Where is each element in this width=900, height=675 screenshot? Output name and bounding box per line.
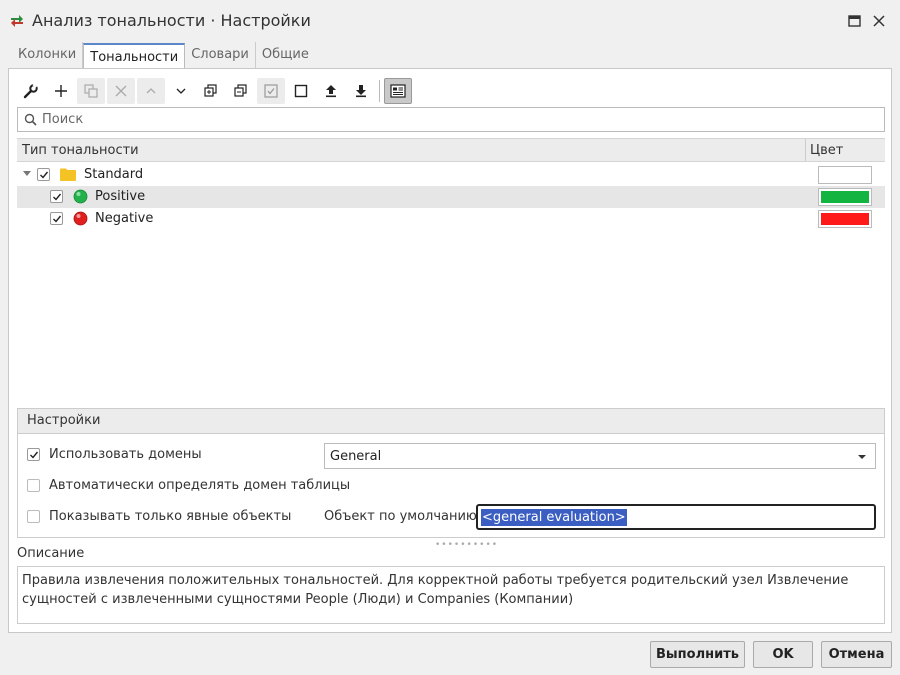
title-bar: Анализ тональности · Настройки [0, 0, 900, 42]
tab-dictionaries[interactable]: Словари [185, 42, 256, 68]
color-swatch[interactable] [818, 188, 872, 206]
row-checkbox[interactable] [50, 212, 63, 225]
tab-general[interactable]: Общие [256, 42, 315, 68]
collapse-all-icon[interactable] [227, 78, 255, 104]
default-object-value: <general evaluation> [481, 509, 627, 526]
search-icon [24, 113, 37, 126]
splitter-grip[interactable]: •••••••••• [435, 540, 498, 550]
export-icon[interactable] [347, 78, 375, 104]
sentiment-grid: Тип тональности Цвет Standard Positive N… [17, 138, 885, 408]
use-domains-checkbox[interactable] [27, 448, 40, 461]
domain-select-value: General [330, 449, 382, 464]
cancel-button[interactable]: Отмена [821, 641, 892, 668]
auto-domain-label: Автоматически определять домен таблицы [49, 478, 351, 493]
red-dot-icon [73, 211, 88, 226]
color-swatch[interactable] [818, 166, 872, 184]
delete-icon[interactable] [107, 78, 135, 104]
settings-header: Настройки [18, 409, 884, 434]
maximize-icon[interactable] [846, 12, 864, 30]
tree-row-negative[interactable]: Negative [17, 208, 885, 230]
tree-row-positive[interactable]: Positive [17, 186, 885, 208]
wrench-icon[interactable] [17, 78, 45, 104]
move-down-icon[interactable] [167, 78, 195, 104]
close-icon[interactable] [870, 12, 888, 30]
description-text[interactable]: Правила извлечения положительных тональн… [17, 566, 885, 624]
check-all-icon[interactable] [257, 78, 285, 104]
default-object-input[interactable]: <general evaluation> [476, 504, 876, 530]
row-checkbox[interactable] [37, 168, 50, 181]
explicit-only-label: Показывать только явные объекты [49, 509, 292, 524]
grid-header: Тип тональности Цвет [17, 138, 885, 162]
column-header-color[interactable]: Цвет [805, 139, 885, 161]
search-input[interactable] [42, 110, 872, 129]
plus-icon[interactable] [47, 78, 75, 104]
tab-columns[interactable]: Колонки [12, 42, 84, 68]
color-swatch[interactable] [818, 210, 872, 228]
domain-select[interactable]: General [324, 443, 876, 469]
expand-all-icon[interactable] [197, 78, 225, 104]
toolbar [17, 77, 414, 105]
tab-bar: Колонки Тональности Словари Общие [12, 42, 315, 69]
uncheck-all-icon[interactable] [287, 78, 315, 104]
chevron-down-icon[interactable] [858, 455, 866, 459]
tree-row-standard[interactable]: Standard [17, 164, 885, 186]
sentiment-app-icon [11, 15, 23, 27]
row-label: Positive [95, 189, 146, 204]
run-button[interactable]: Выполнить [650, 641, 745, 668]
view-toggle-icon[interactable] [384, 78, 412, 104]
move-up-icon[interactable] [137, 78, 165, 104]
green-dot-icon [73, 189, 88, 204]
auto-domain-checkbox[interactable] [27, 479, 40, 492]
row-label: Standard [84, 167, 144, 182]
search-box [17, 107, 885, 132]
explicit-only-checkbox[interactable] [27, 510, 40, 523]
use-domains-label: Использовать домены [49, 447, 202, 462]
row-checkbox[interactable] [50, 190, 63, 203]
description-label: Описание [17, 546, 85, 561]
settings-group: Настройки Использовать домены General Ав… [17, 408, 885, 538]
toolbar-separator [379, 80, 380, 102]
expand-arrow-icon[interactable] [23, 171, 31, 176]
tab-sentiments[interactable]: Тональности [83, 43, 186, 69]
sentiments-panel: Тип тональности Цвет Standard Positive [8, 68, 892, 633]
copy-icon[interactable] [77, 78, 105, 104]
import-icon[interactable] [317, 78, 345, 104]
column-header-type[interactable]: Тип тональности [22, 143, 139, 158]
default-object-label: Объект по умолчанию [324, 509, 477, 524]
window-title: Анализ тональности · Настройки [32, 11, 311, 30]
folder-icon [60, 168, 76, 181]
ok-button[interactable]: OK [753, 641, 813, 668]
row-label: Negative [95, 211, 154, 226]
